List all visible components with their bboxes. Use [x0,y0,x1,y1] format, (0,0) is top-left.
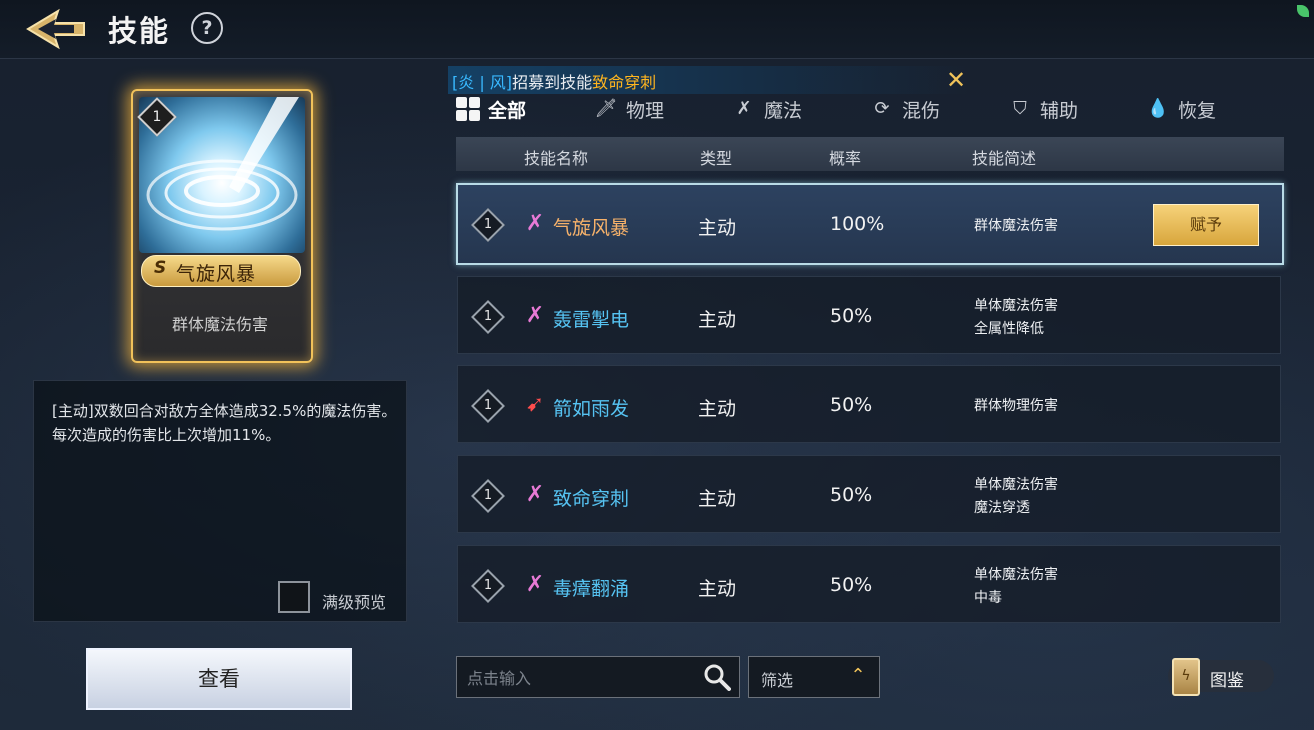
skill-type: 主动 [698,578,737,600]
notice-message: 招募到技能 [512,73,593,92]
skill-brief-2: 中毒 [974,590,1002,606]
level-badge: 1 [471,208,505,242]
header-rate: 概率 [829,149,862,168]
skill-rate: 50% [830,484,873,506]
skill-rate: 50% [830,574,873,596]
max-preview-checkbox[interactable] [278,581,310,613]
card-skill-desc: 群体魔法伤害 [171,315,268,334]
tab-mixed[interactable]: ⟳ 混伤 [870,94,940,124]
tab-label: 混伤 [902,99,941,122]
skill-type: 主动 [698,398,737,420]
card-name-plate: S 气旋风暴 [141,255,301,287]
recruit-notice: [炎 | 风]招募到技能致命穿刺 [448,66,968,94]
card-skill-name: 气旋风暴 [176,263,257,285]
codex-book-icon: ϟ [1172,658,1200,696]
tab-support[interactable]: ⛉ 辅助 [1008,94,1078,124]
level-badge: 1 [471,479,505,513]
search-box [456,656,740,698]
close-icon[interactable]: ✕ [946,66,966,94]
search-input[interactable] [465,665,699,691]
search-icon[interactable] [703,663,731,691]
table-row[interactable]: 1 ✗ 致命穿刺 主动 50% 单体魔法伤害 魔法穿透 [457,455,1281,533]
magic-icon: ✗ [525,482,545,507]
skill-name: 气旋风暴 [553,217,630,239]
tab-recovery[interactable]: 💧 恢复 [1146,94,1216,124]
skill-brief: 群体魔法伤害 [974,218,1058,234]
filter-label: 筛选 [761,671,794,690]
page-title: 技能 [108,14,171,48]
skill-detail-text: [主动]双数回合对敌方全体造成32.5%的魔法伤害。每次造成的伤害比上次增加11… [52,402,397,444]
notice-text: [炎 | 风]招募到技能致命穿刺 [452,69,656,93]
magic-icon: ✗ [525,572,545,597]
header-type: 类型 [700,149,733,168]
table-row[interactable]: 1 ✗ 气旋风暴 主动 100% 群体魔法伤害 赋予 [456,183,1284,265]
physical-icon: ➹ [525,392,545,417]
tab-magic[interactable]: ✗ 魔法 [732,94,802,124]
notice-tag: [炎 | 风] [452,73,513,92]
skill-rate: 50% [830,305,873,327]
skill-name: 致命穿刺 [553,488,630,510]
header-brief: 技能简述 [972,149,1037,168]
table-row[interactable]: 1 ➹ 箭如雨发 主动 50% 群体物理伤害 [457,365,1281,443]
tab-label: 全部 [488,99,527,122]
skill-rate: 100% [830,213,885,235]
tab-label: 魔法 [764,99,803,122]
table-row[interactable]: 1 ✗ 轰雷掣电 主动 50% 单体魔法伤害 全属性降低 [457,276,1281,354]
tab-label: 辅助 [1040,99,1079,122]
skill-brief: 单体魔法伤害 [974,567,1058,583]
codex-label: 图鉴 [1210,671,1244,691]
magic-icon: ✗ [736,98,752,119]
skill-name: 轰雷掣电 [553,309,630,331]
chevron-up-icon: ⌃ [850,665,866,686]
skill-type: 主动 [698,488,737,510]
skill-type: 主动 [698,217,737,239]
filter-dropdown[interactable]: 筛选 ⌃ [748,656,880,698]
level-badge: 1 [471,569,505,603]
skill-brief: 群体物理伤害 [974,398,1058,414]
sword-icon: 🗡 [594,98,618,119]
skill-brief-2: 全属性降低 [974,321,1044,337]
grade-badge: S [154,258,167,278]
skill-brief: 单体魔法伤害 [974,298,1058,314]
assign-button[interactable]: 赋予 [1153,204,1259,246]
drop-icon: 💧 [1146,98,1170,119]
skill-name: 箭如雨发 [553,398,630,420]
tab-label: 恢复 [1178,99,1217,122]
tab-label: 物理 [626,99,665,122]
max-preview-label: 满级预览 [322,593,387,612]
tab-physical[interactable]: 🗡 物理 [594,94,664,124]
view-button[interactable]: 查看 [86,648,352,710]
skill-type: 主动 [698,309,737,331]
level-badge: 1 [471,389,505,423]
top-bar: 技能 ? [0,0,1314,59]
skill-detail-panel: [主动]双数回合对敌方全体造成32.5%的魔法伤害。每次造成的伤害比上次增加11… [33,380,407,622]
header-name: 技能名称 [524,149,589,168]
table-header: 技能名称 类型 概率 技能简述 [456,137,1284,171]
level-badge: 1 [471,300,505,334]
leaf-icon [1297,5,1309,17]
notice-skill: 致命穿刺 [592,73,657,92]
mixed-icon: ⟳ [874,98,890,119]
magic-icon: ✗ [525,303,545,328]
skill-brief-2: 魔法穿透 [974,500,1030,516]
help-icon[interactable]: ? [191,12,223,44]
back-arrow-icon[interactable] [24,7,88,51]
skill-rate: 50% [830,394,873,416]
tab-all[interactable]: 全部 [456,94,526,124]
skill-brief: 单体魔法伤害 [974,477,1058,493]
codex-button[interactable]: ϟ 图鉴 [1168,658,1274,696]
shield-icon: ⛉ [1013,98,1027,119]
table-row[interactable]: 1 ✗ 毒瘴翻涌 主动 50% 单体魔法伤害 中毒 [457,545,1281,623]
skill-name: 毒瘴翻涌 [553,578,630,600]
magic-icon: ✗ [525,211,545,236]
grid-icon [456,97,480,121]
skill-card[interactable]: 1 S 气旋风暴 群体魔法伤害 [131,89,313,363]
